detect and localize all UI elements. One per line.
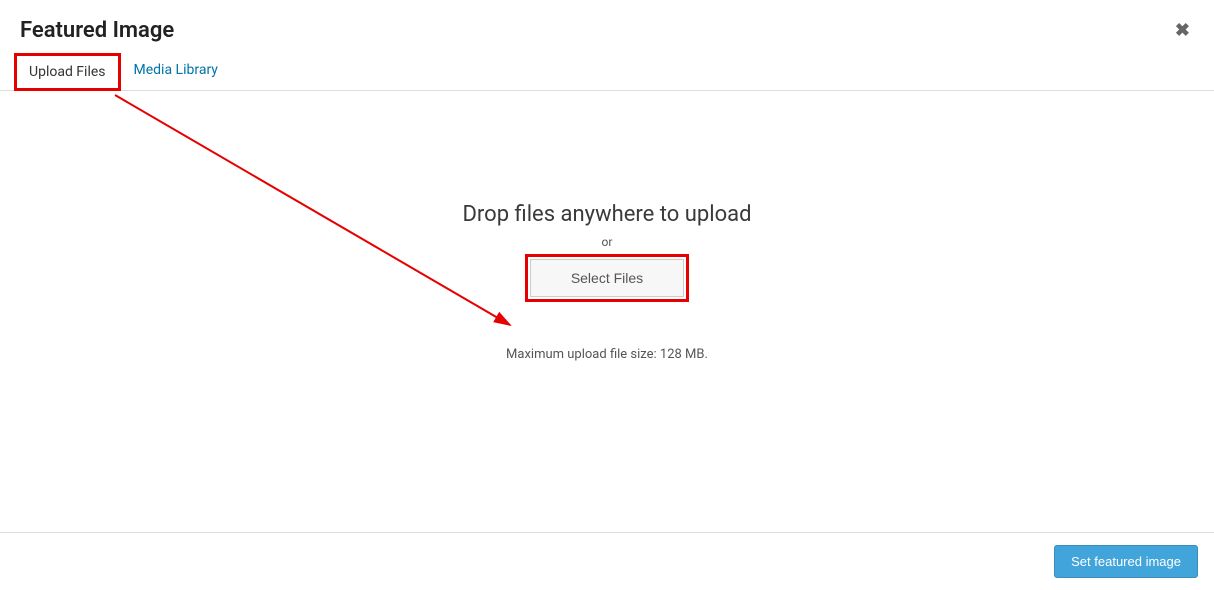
drop-heading: Drop files anywhere to upload	[462, 202, 751, 227]
modal-title: Featured Image	[20, 18, 1194, 43]
media-tabs: Upload Files Media Library	[0, 53, 1214, 91]
close-icon[interactable]: ✖	[1175, 20, 1190, 41]
modal-footer: Set featured image	[0, 532, 1214, 590]
max-upload-size: Maximum upload file size: 128 MB.	[506, 347, 708, 362]
select-files-button[interactable]: Select Files	[530, 259, 684, 297]
featured-image-modal: Featured Image ✖ Upload Files Media Libr…	[0, 0, 1214, 590]
modal-header: Featured Image ✖	[0, 0, 1214, 53]
tab-upload-files[interactable]: Upload Files	[14, 53, 121, 91]
tab-media-library[interactable]: Media Library	[121, 53, 231, 91]
upload-panel: Drop files anywhere to upload or Select …	[0, 91, 1214, 532]
or-text: or	[602, 235, 613, 249]
set-featured-image-button[interactable]: Set featured image	[1054, 545, 1198, 578]
